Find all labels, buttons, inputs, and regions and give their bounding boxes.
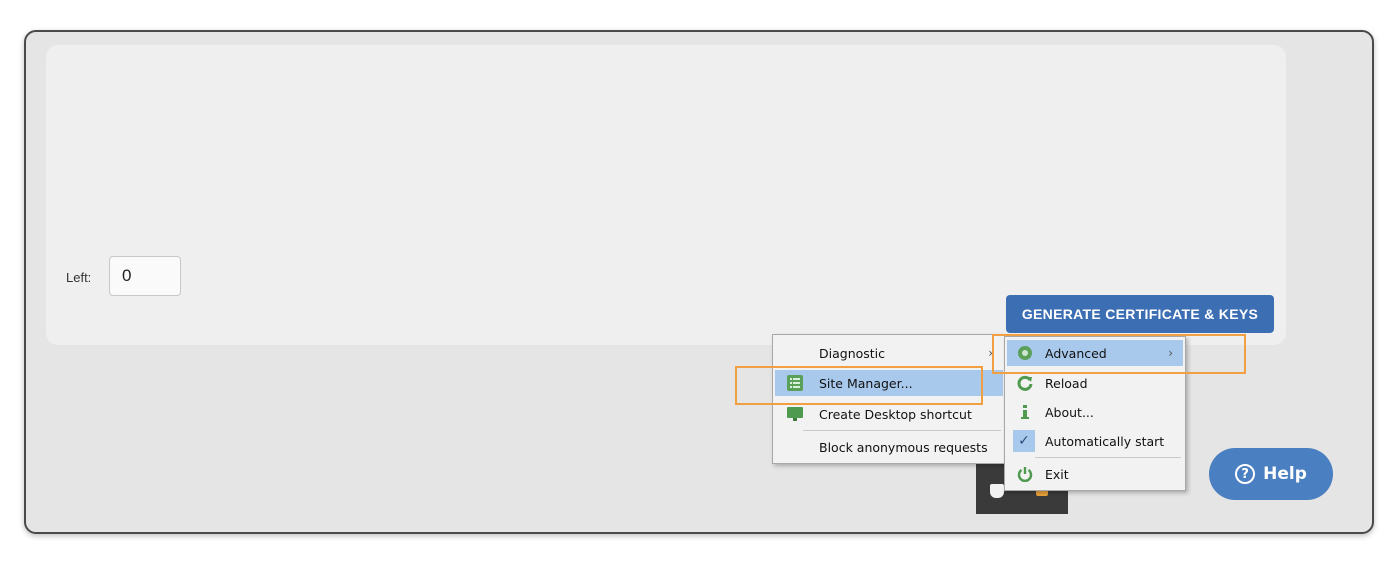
monitor-icon [787, 407, 803, 421]
menu-item-block-anonymous-requests[interactable]: Block anonymous requests [775, 434, 1003, 460]
menu-item-automatically-start[interactable]: ✓ Automatically start [1007, 428, 1183, 454]
annotation-box-advanced [992, 334, 1246, 374]
tray-app-icon[interactable] [990, 484, 1004, 498]
help-label: Help [1263, 464, 1307, 484]
left-label: Left: [66, 270, 92, 285]
menu-separator [1035, 457, 1181, 458]
menu-item-exit[interactable]: Exit [1007, 461, 1183, 487]
left-input[interactable] [109, 256, 181, 296]
power-icon [1017, 467, 1033, 482]
menu-item-label: Automatically start [1045, 433, 1165, 449]
refresh-icon [1017, 375, 1033, 391]
menu-item-label: Diagnostic [819, 345, 886, 361]
info-icon [1021, 405, 1029, 419]
question-circle-icon: ? [1235, 464, 1256, 484]
menu-item-label: Reload [1045, 375, 1088, 391]
menu-item-label: Block anonymous requests [819, 439, 988, 455]
help-button[interactable]: ? Help [1209, 448, 1333, 500]
menu-item-about[interactable]: About... [1007, 399, 1183, 425]
generate-certificate-button[interactable]: GENERATE CERTIFICATE & KEYS [1006, 295, 1274, 333]
menu-item-label: Exit [1045, 466, 1069, 482]
menu-item-diagnostic[interactable]: Diagnostic › [775, 340, 1003, 366]
menu-item-label: About... [1045, 404, 1094, 420]
menu-separator [803, 430, 1001, 431]
checkmark-icon: ✓ [1013, 430, 1035, 452]
menu-item-label: Create Desktop shortcut [819, 406, 972, 422]
annotation-box-site-manager [735, 366, 983, 405]
